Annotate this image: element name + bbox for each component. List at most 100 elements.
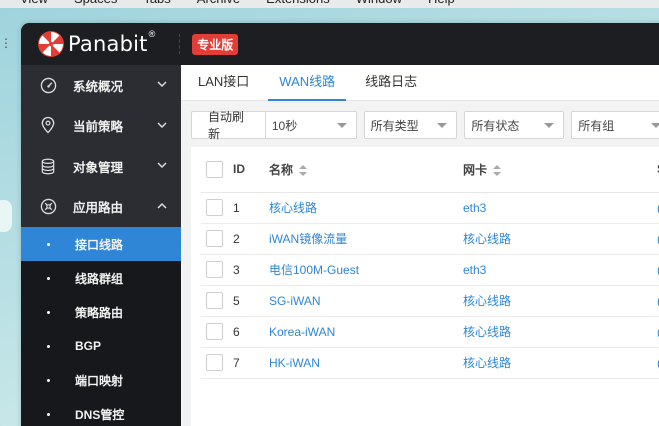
sidebar-item-line-groups[interactable]: 线路群组 <box>21 261 181 295</box>
gauge-icon <box>39 76 57 94</box>
logo[interactable]: Panabit ® <box>37 29 156 58</box>
tab-lan-interface[interactable]: LAN接口 <box>187 71 260 100</box>
row-checkbox[interactable] <box>206 323 223 340</box>
row-checkbox[interactable] <box>206 261 223 278</box>
sidebar-group-label: 对象管理 <box>73 160 124 175</box>
wan-lines-panel: ID 名称 网卡 S 1 核心线路 eth3 ( <box>191 147 659 426</box>
row-name-link[interactable]: 核心线路 <box>269 201 317 215</box>
column-header-name-label: 名称 <box>269 162 294 177</box>
row-checkbox[interactable] <box>206 354 223 371</box>
row-nic-link[interactable]: 核心线路 <box>463 294 511 308</box>
row-checkbox[interactable] <box>206 230 223 247</box>
sidebar-item-dns-control[interactable]: DNS管控 <box>21 397 181 426</box>
os-menu-extensions[interactable]: Extensions <box>266 0 330 8</box>
sidebar-item-interface-lines[interactable]: 接口线路 <box>21 227 181 261</box>
edition-badge: 专业版 <box>192 33 239 55</box>
chevron-down-icon <box>157 81 167 88</box>
row-name-link[interactable]: iWAN镜像流量 <box>269 232 347 246</box>
sidebar-item-label: 接口线路 <box>75 237 124 252</box>
tab-bar: LAN接口 WAN线路 线路日志 <box>181 65 659 101</box>
os-menu-spaces[interactable]: Spaces <box>74 0 117 8</box>
row-nic-link[interactable]: 核心线路 <box>463 356 511 370</box>
column-header-nic[interactable]: 网卡 <box>463 147 657 193</box>
main-content: LAN接口 WAN线路 线路日志 自动刷新 10秒 所有类型 所有状态 所有组 <box>181 65 659 426</box>
os-menu-view[interactable]: View <box>20 0 48 8</box>
location-pin-icon <box>39 117 57 135</box>
database-icon <box>39 157 57 175</box>
caret-down-icon <box>336 122 347 128</box>
sidebar-item-label: 端口映射 <box>75 373 124 388</box>
group-filter-value: 所有组 <box>578 118 615 133</box>
app-window: Panabit ® 专业版 系统概况 当前策略 对象管理 应用路由 接口线路 线… <box>21 23 659 426</box>
registered-mark: ® <box>148 29 156 39</box>
group-filter-select[interactable]: 所有组 <box>571 111 659 139</box>
row-nic-link[interactable]: 核心线路 <box>463 325 511 339</box>
table-row: 6 Korea-iWAN 核心线路 ( <box>201 316 659 348</box>
column-header-id: ID <box>233 147 269 193</box>
sidebar-submenu-app-routing: 接口线路 线路群组 策略路由 BGP 端口映射 DNS管控 <box>21 227 181 426</box>
chevron-up-icon <box>157 202 167 209</box>
row-id: 2 <box>233 223 269 255</box>
sidebar-item-label: DNS管控 <box>75 407 125 422</box>
status-filter-select[interactable]: 所有状态 <box>464 111 565 139</box>
sidebar-item-app-routing[interactable]: 应用路由 <box>21 187 181 228</box>
row-checkbox[interactable] <box>206 199 223 216</box>
logo-text: Panabit <box>68 32 148 56</box>
os-menu-tabs[interactable]: Tabs <box>143 0 170 8</box>
sidebar-item-current-policy[interactable]: 当前策略 <box>21 106 181 147</box>
row-checkbox[interactable] <box>206 292 223 309</box>
row-nic-link[interactable]: eth3 <box>463 263 486 277</box>
bullet-icon <box>47 344 50 348</box>
chevron-down-icon <box>157 121 167 128</box>
os-menu-help[interactable]: Help <box>428 0 455 8</box>
table-row: 5 SG-iWAN 核心线路 ( <box>201 285 659 317</box>
row-nic-link[interactable]: eth3 <box>463 201 486 215</box>
bullet-icon <box>47 412 50 416</box>
sort-icon[interactable] <box>493 165 502 177</box>
filter-bar: 自动刷新 10秒 所有类型 所有状态 所有组 <box>191 110 659 141</box>
column-header-nic-label: 网卡 <box>463 162 488 177</box>
os-menu-bar: View Spaces Tabs Archive Extensions Wind… <box>0 0 659 8</box>
row-name-link[interactable]: Korea-iWAN <box>269 325 335 339</box>
sidebar-item-label: BGP <box>75 339 102 353</box>
os-menu-window[interactable]: Window <box>356 0 402 8</box>
sidebar-item-policy-routing[interactable]: 策略路由 <box>21 295 181 329</box>
bullet-icon <box>47 378 50 382</box>
table-row: 1 核心线路 eth3 ( <box>201 192 659 224</box>
row-id: 1 <box>233 192 269 224</box>
row-nic-link[interactable]: 核心线路 <box>463 232 511 246</box>
select-all-checkbox[interactable] <box>206 160 223 178</box>
tab-line-log[interactable]: 线路日志 <box>354 71 428 100</box>
sidebar: 系统概况 当前策略 对象管理 应用路由 接口线路 线路群组 策略路由 BGP 端… <box>21 65 181 426</box>
tab-wan-lines[interactable]: WAN线路 <box>268 71 347 101</box>
column-header-name[interactable]: 名称 <box>269 147 463 193</box>
refresh-interval-select[interactable]: 10秒 <box>264 111 357 139</box>
umbrella-logo-icon <box>38 31 64 57</box>
table-row: 7 HK-iWAN 核心线路 ( <box>201 347 659 379</box>
more-dots-icon[interactable]: ⋮ <box>0 36 13 50</box>
type-filter-select[interactable]: 所有类型 <box>363 111 458 139</box>
sidebar-group-label: 当前策略 <box>73 120 124 135</box>
auto-refresh-button[interactable]: 自动刷新 <box>191 110 265 141</box>
routing-icon <box>39 198 57 216</box>
row-id: 5 <box>233 285 269 317</box>
sidebar-item-object-management[interactable]: 对象管理 <box>21 146 181 187</box>
caret-down-icon <box>544 122 555 128</box>
wan-lines-table: ID 名称 网卡 S 1 核心线路 eth3 ( <box>201 147 659 379</box>
row-name-link[interactable]: 电信100M-Guest <box>269 263 359 277</box>
sidebar-item-system-overview[interactable]: 系统概况 <box>21 65 181 106</box>
workspace-tab-handle[interactable] <box>0 200 12 232</box>
row-id: 6 <box>233 316 269 348</box>
sidebar-group-label: 系统概况 <box>73 79 124 94</box>
caret-down-icon <box>437 122 448 128</box>
sidebar-item-label: 策略路由 <box>75 305 124 320</box>
table-row: 2 iWAN镜像流量 核心线路 ( <box>201 223 659 255</box>
status-filter-value: 所有状态 <box>471 118 520 133</box>
os-menu-archive[interactable]: Archive <box>197 0 240 8</box>
sort-icon[interactable] <box>299 165 308 177</box>
row-name-link[interactable]: SG-iWAN <box>269 294 321 308</box>
row-name-link[interactable]: HK-iWAN <box>269 356 320 370</box>
sidebar-item-bgp[interactable]: BGP <box>21 329 181 363</box>
chevron-down-icon <box>157 162 167 169</box>
sidebar-item-port-mapping[interactable]: 端口映射 <box>21 363 181 397</box>
